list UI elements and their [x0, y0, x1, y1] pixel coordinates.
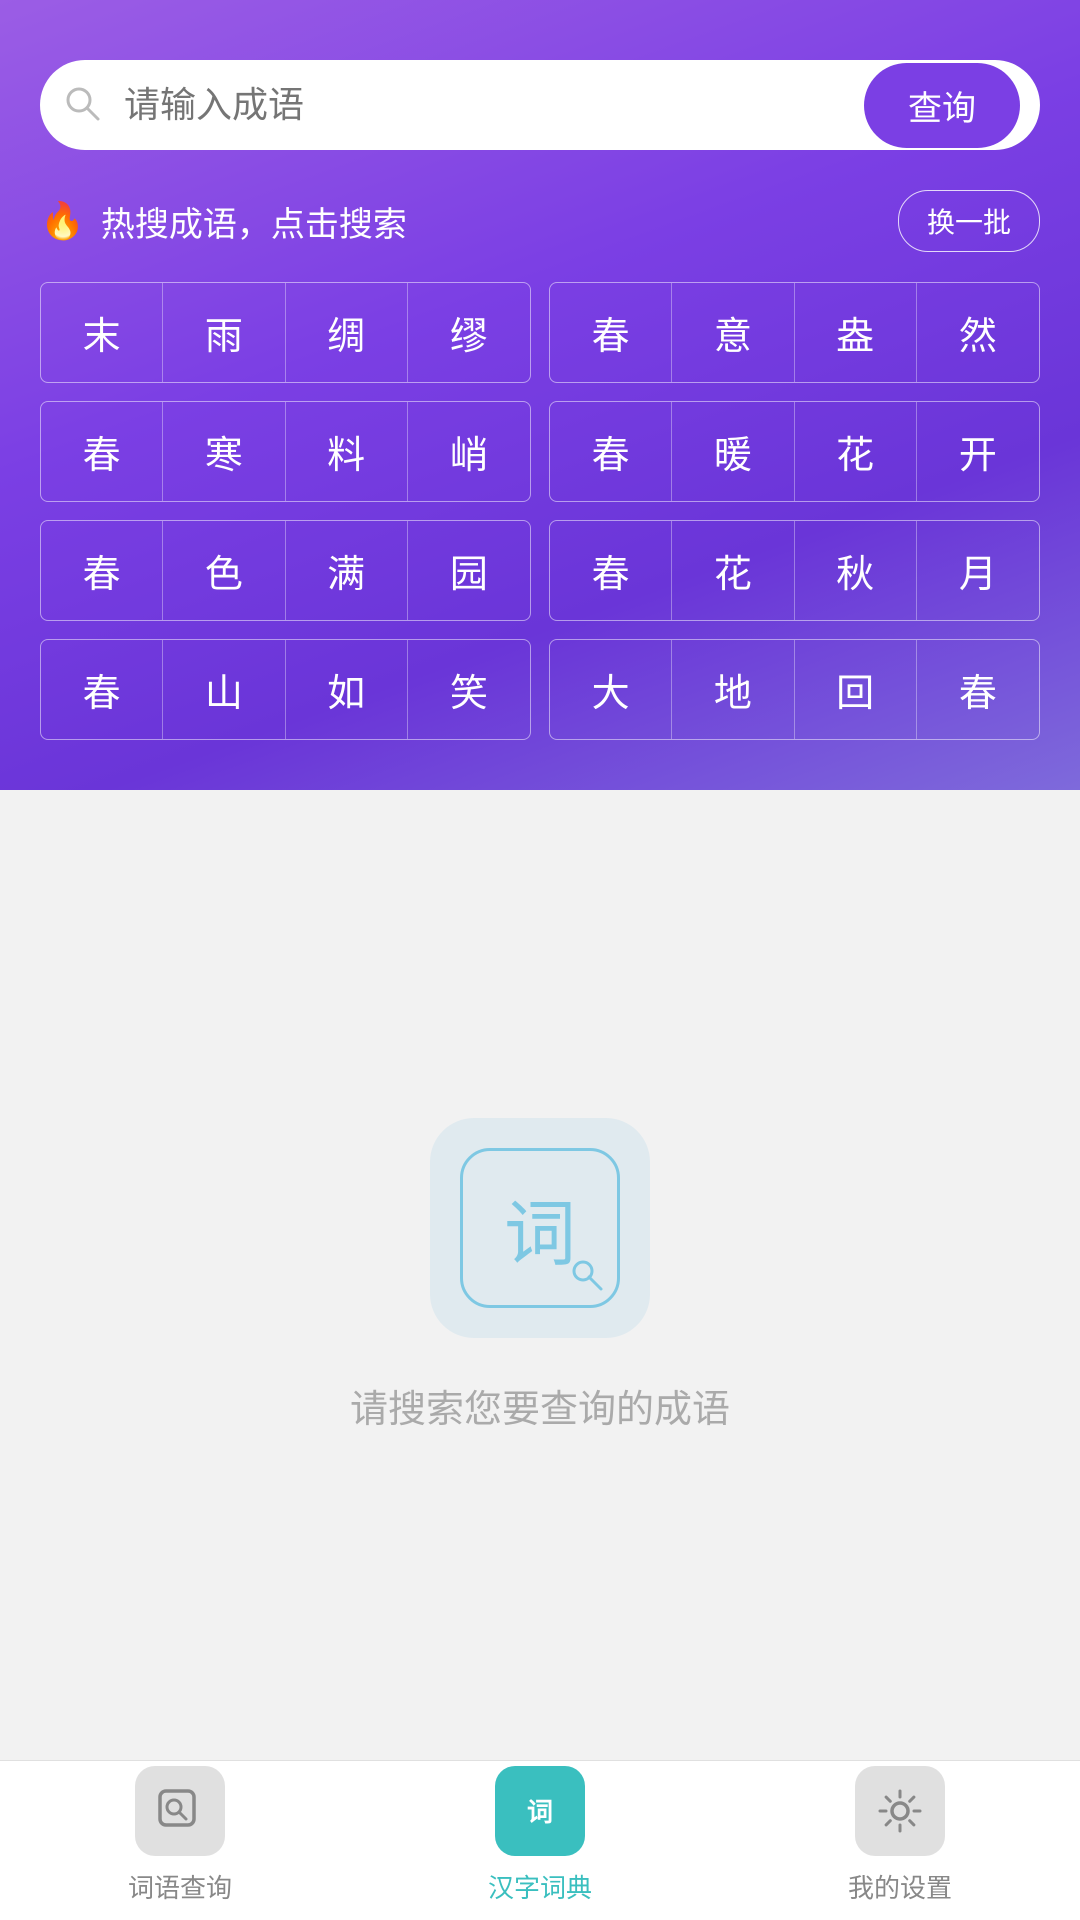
word-icon-inner: 词: [460, 1148, 620, 1308]
idiom-char: 暖: [672, 402, 794, 501]
nav-label-search: 词语查询: [128, 1868, 232, 1905]
idiom-char: 绸: [286, 283, 408, 382]
idiom-char: 大: [550, 640, 672, 739]
idiom-char: 满: [286, 521, 408, 620]
idiom-char: 然: [917, 283, 1039, 382]
idiom-card-2[interactable]: 春寒料峭: [40, 401, 531, 502]
word-nav-icon-box: 词: [495, 1766, 585, 1856]
search-input[interactable]: [124, 84, 864, 126]
empty-state: 词 请搜索您要查询的成语: [350, 1118, 730, 1433]
search-bar: 查询: [40, 60, 1040, 150]
settings-nav-icon: [874, 1785, 926, 1837]
idiom-char: 寒: [163, 402, 285, 501]
idiom-char: 缪: [408, 283, 530, 382]
idiom-card-1[interactable]: 春意盎然: [549, 282, 1040, 383]
idiom-card-5[interactable]: 春花秋月: [549, 520, 1040, 621]
idiom-char: 园: [408, 521, 530, 620]
idiom-char: 春: [41, 402, 163, 501]
idiom-char: 雨: [163, 283, 285, 382]
idiom-card-0[interactable]: 末雨绸缪: [40, 282, 531, 383]
settings-nav-icon-box: [855, 1766, 945, 1856]
idiom-card-7[interactable]: 大地回春: [549, 639, 1040, 740]
idiom-char: 意: [672, 283, 794, 382]
idiom-char: 花: [672, 521, 794, 620]
idiom-char: 回: [795, 640, 917, 739]
idiom-char: 春: [41, 640, 163, 739]
flame-icon: 🔥: [40, 200, 85, 242]
idiom-char: 笑: [408, 640, 530, 739]
idiom-char: 盎: [795, 283, 917, 382]
word-char: 词: [504, 1175, 576, 1280]
hot-label-text: 热搜成语，点击搜索: [101, 197, 407, 246]
idiom-char: 春: [41, 521, 163, 620]
svg-text:词: 词: [527, 1797, 553, 1827]
hot-section-header: 🔥 热搜成语，点击搜索 换一批: [40, 190, 1040, 252]
idiom-grid: 末雨绸缪春意盎然春寒料峭春暖花开春色满园春花秋月春山如笑大地回春: [40, 282, 1040, 740]
idiom-char: 料: [286, 402, 408, 501]
refresh-button[interactable]: 换一批: [898, 190, 1040, 252]
idiom-char: 峭: [408, 402, 530, 501]
idiom-char: 秋: [795, 521, 917, 620]
idiom-card-4[interactable]: 春色满园: [40, 520, 531, 621]
hot-label: 🔥 热搜成语，点击搜索: [40, 197, 407, 246]
idiom-char: 山: [163, 640, 285, 739]
nav-item-settings[interactable]: 我的设置: [720, 1766, 1080, 1905]
idiom-char: 春: [917, 640, 1039, 739]
idiom-char: 开: [917, 402, 1039, 501]
idiom-char: 地: [672, 640, 794, 739]
idiom-char: 春: [550, 521, 672, 620]
idiom-char: 月: [917, 521, 1039, 620]
idiom-char: 春: [550, 402, 672, 501]
bottom-nav: 词语查询 词 汉字词典 我的设置: [0, 1760, 1080, 1920]
idiom-char: 花: [795, 402, 917, 501]
idiom-char: 色: [163, 521, 285, 620]
nav-label-settings: 我的设置: [848, 1868, 952, 1905]
empty-hint-text: 请搜索您要查询的成语: [350, 1378, 730, 1433]
main-content: 词 请搜索您要查询的成语: [0, 790, 1080, 1760]
nav-item-dictionary[interactable]: 词 汉字词典: [360, 1766, 720, 1905]
search-button[interactable]: 查询: [864, 63, 1020, 148]
idiom-card-6[interactable]: 春山如笑: [40, 639, 531, 740]
idiom-char: 春: [550, 283, 672, 382]
nav-item-search[interactable]: 词语查询: [0, 1766, 360, 1905]
empty-icon-box: 词: [430, 1118, 650, 1338]
search-mini-icon: [567, 1255, 607, 1295]
header-area: 查询 🔥 热搜成语，点击搜索 换一批 末雨绸缪春意盎然春寒料峭春暖花开春色满园春…: [0, 0, 1080, 790]
word-nav-icon: 词: [514, 1785, 566, 1837]
search-nav-icon: [154, 1785, 206, 1837]
search-icon: [60, 81, 104, 130]
idiom-card-3[interactable]: 春暖花开: [549, 401, 1040, 502]
nav-label-dictionary: 汉字词典: [488, 1868, 592, 1905]
idiom-char: 如: [286, 640, 408, 739]
idiom-char: 末: [41, 283, 163, 382]
search-nav-icon-box: [135, 1766, 225, 1856]
